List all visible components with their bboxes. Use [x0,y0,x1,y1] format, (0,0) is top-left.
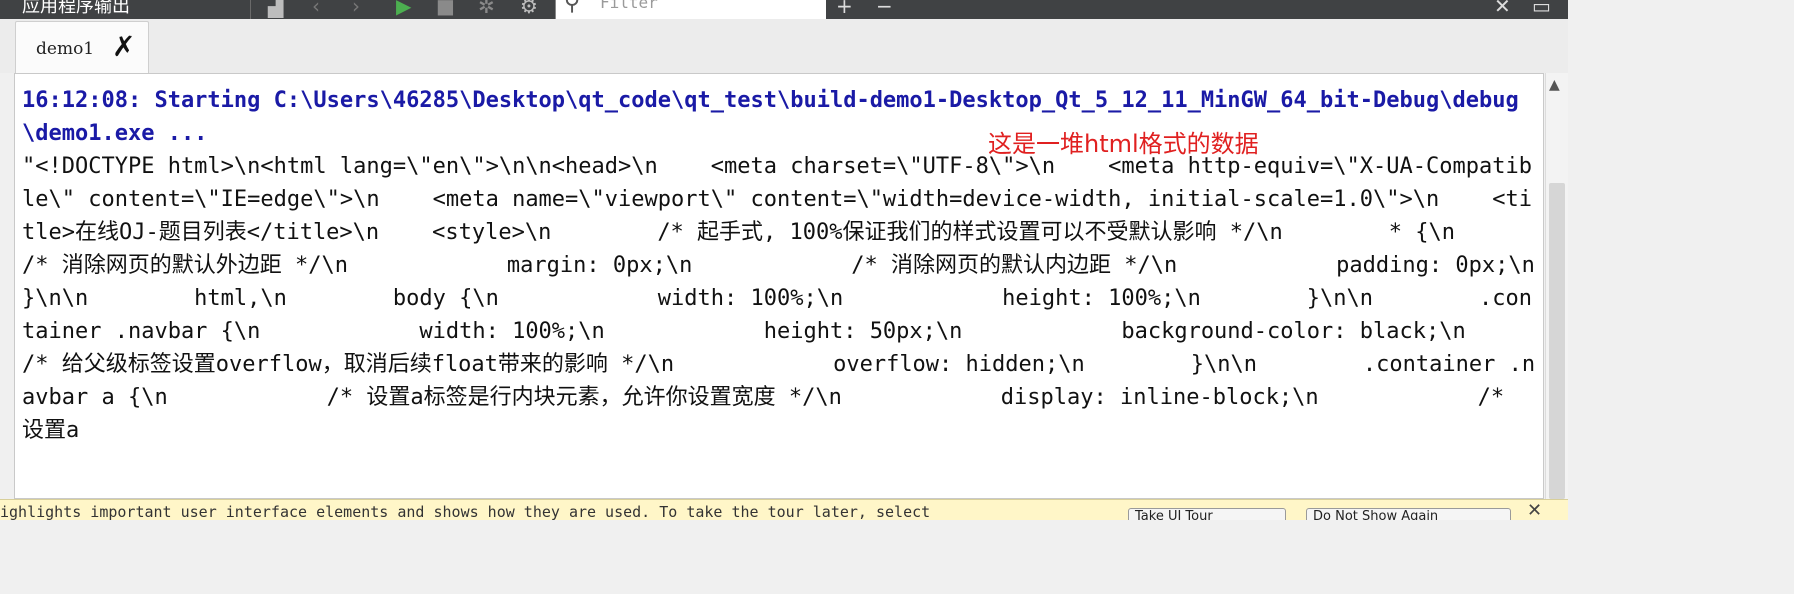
zoom-in-icon[interactable]: + [836,0,853,18]
gear-icon[interactable]: ⚙ [520,0,538,18]
vertical-scrollbar[interactable]: ▲ [1545,73,1568,499]
ui-tour-infobar: ighlights important user interface eleme… [0,499,1568,520]
scroll-up-icon[interactable]: ▲ [1549,77,1560,93]
tour-message: ighlights important user interface eleme… [0,503,931,520]
output-tab-bar: demo1 ✗ [0,19,1568,74]
zoom-out-icon[interactable]: − [876,0,893,18]
close-pane-icon[interactable]: ✕ [1494,0,1511,18]
application-output-pane[interactable]: 16:12:08: Starting C:\Users\46285\Deskto… [14,73,1544,499]
filter-placeholder: Filter [600,0,658,12]
output-text: 16:12:08: Starting C:\Users\46285\Deskto… [22,84,1537,447]
scrollbar-thumb[interactable] [1549,183,1565,499]
previous-item-icon[interactable]: ‹ [312,0,320,18]
run-icon[interactable]: ▶ [396,0,411,18]
search-icon: ⚲ [564,0,581,16]
take-ui-tour-button[interactable]: Take UI Tour [1128,508,1286,520]
annotation-label: 这是一堆html格式的数据 [988,130,1259,158]
tab-demo1[interactable]: demo1 ✗ [15,21,149,74]
attach-debugger-icon[interactable]: ✲ [478,0,495,18]
stop-icon[interactable]: ■ [436,0,455,18]
starting-line: 16:12:08: Starting C:\Users\46285\Deskto… [22,88,1519,146]
toolbar-separator [250,0,251,19]
pane-title: 应用程序输出 [22,0,130,17]
next-item-icon[interactable]: › [352,0,360,18]
filter-input[interactable]: ⚲ Filter [555,0,826,19]
do-not-show-again-button[interactable]: Do Not Show Again [1306,508,1511,520]
reload-icon[interactable]: ▟ [268,0,283,18]
close-icon[interactable]: ✗ [112,30,135,64]
html-data-output: "<!DOCTYPE html>\n<html lang=\"en\">\n\n… [22,154,1536,443]
maximize-pane-icon[interactable]: ▭ [1532,0,1551,18]
tab-label: demo1 [36,39,95,59]
output-pane-toolbar: 应用程序输出 ▟ ‹ › ▶ ■ ✲ ⚙ ⚲ Filter + − ✕ ▭ [0,0,1568,19]
close-icon[interactable]: ✕ [1527,500,1542,520]
